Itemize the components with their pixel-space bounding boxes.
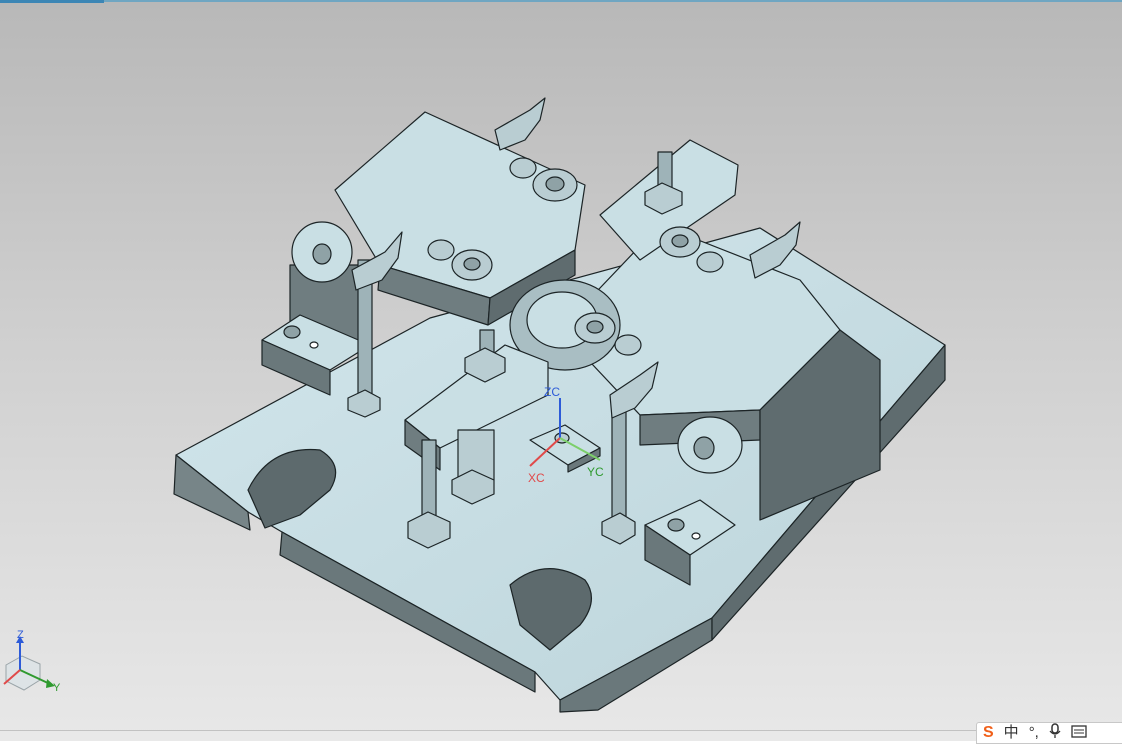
screw-hole-left <box>283 325 301 339</box>
right-pivot-hole <box>693 436 715 460</box>
triad-y-label: Y <box>53 682 61 694</box>
washer-center-slot <box>614 334 642 356</box>
csys-z-label: ZC <box>544 385 560 399</box>
ime-logo-icon[interactable]: S <box>983 724 994 742</box>
washer-top-hole <box>545 176 565 192</box>
csys-x-label: XC <box>528 471 545 485</box>
view-triad[interactable]: Z Y <box>3 629 61 694</box>
pin-hole-left <box>309 341 319 349</box>
left-pivot-hole <box>312 243 332 265</box>
status-bar <box>0 730 1122 741</box>
washer-right-slot <box>696 251 724 273</box>
washer-top-slot <box>509 157 537 179</box>
washer-center-hole <box>586 320 604 334</box>
washer-left-slot <box>427 239 455 261</box>
fixture-model[interactable]: ZC XC YC Z Y <box>0 0 1122 741</box>
pin-hole-right <box>691 532 701 540</box>
ime-mode-toggle[interactable]: 中 <box>1004 724 1019 742</box>
washer-left-hole <box>463 257 481 271</box>
ime-punct-toggle[interactable]: °, <box>1029 724 1039 742</box>
cam-lever-top <box>494 97 546 151</box>
triad-z-label: Z <box>17 629 24 641</box>
csys-y-label: YC <box>587 465 604 479</box>
screw-hole-right <box>667 518 685 532</box>
washer-right-hole <box>671 234 689 248</box>
microphone-icon[interactable] <box>1049 722 1061 744</box>
keyboard-icon[interactable] <box>1071 724 1087 743</box>
